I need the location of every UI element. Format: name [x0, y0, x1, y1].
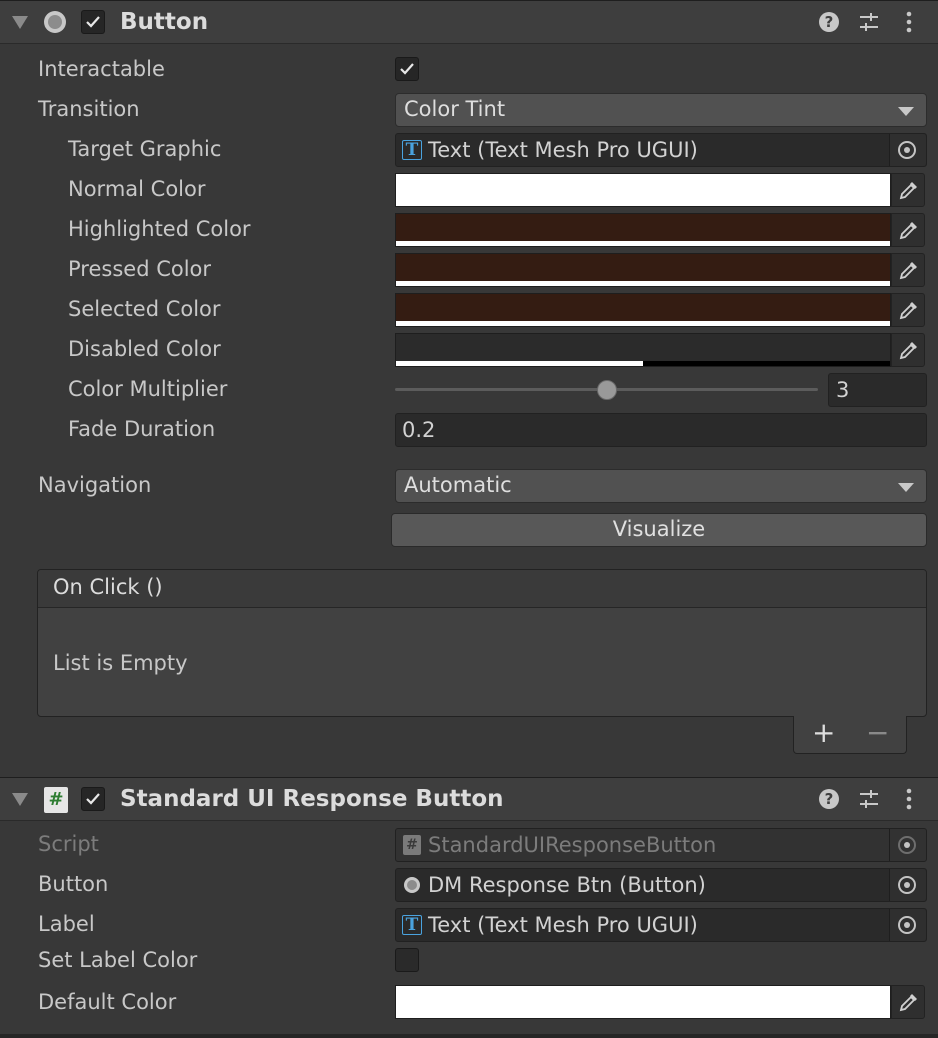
set-label-color-label: Set Label Color [38, 948, 198, 972]
tmp-text-icon: T [402, 140, 422, 160]
eyedropper-icon[interactable] [891, 293, 925, 327]
eyedropper-icon[interactable] [891, 985, 925, 1019]
on-click-title: On Click () [53, 575, 163, 599]
label-label: Label [38, 912, 95, 936]
kebab-menu-icon[interactable] [897, 10, 923, 36]
default-color-swatch[interactable] [395, 985, 891, 1019]
button-component-enabled-checkbox[interactable] [81, 10, 105, 34]
eyedropper-icon[interactable] [891, 213, 925, 247]
navigation-dropdown[interactable]: Automatic [395, 469, 927, 503]
eyedropper-icon[interactable] [891, 253, 925, 287]
pressed-color-field[interactable] [395, 253, 925, 287]
on-click-event-panel: On Click () List is Empty [37, 569, 927, 717]
disabled-color-label: Disabled Color [68, 337, 221, 361]
fade-duration-input[interactable]: 0.2 [395, 413, 927, 447]
visualize-button[interactable]: Visualize [391, 513, 927, 547]
button-component-icon [404, 877, 420, 893]
color-multiplier-slider-thumb[interactable] [596, 380, 617, 400]
on-click-footer: + − [793, 716, 907, 754]
list-empty-text: List is Empty [53, 651, 188, 675]
eyedropper-icon[interactable] [891, 173, 925, 207]
response-component-header[interactable]: # Standard UI Response Button ? [0, 777, 938, 821]
disabled-color-swatch[interactable] [395, 333, 891, 367]
highlighted-color-swatch[interactable] [395, 213, 891, 247]
color-multiplier-input[interactable]: 3 [828, 373, 927, 407]
help-icon[interactable]: ? [817, 10, 843, 36]
button-component-icon [44, 11, 66, 33]
disabled-color-field[interactable] [395, 333, 925, 367]
color-multiplier-value: 3 [836, 378, 850, 402]
chevron-down-icon [898, 107, 914, 116]
navigation-value: Automatic [404, 473, 512, 497]
button-component-header[interactable]: Button ? [0, 0, 938, 44]
script-icon: # [44, 787, 68, 813]
pressed-color-swatch[interactable] [395, 253, 891, 287]
fade-duration-label: Fade Duration [68, 417, 216, 441]
script-icon: # [403, 835, 421, 855]
selected-color-swatch[interactable] [395, 293, 891, 327]
pressed-color-label: Pressed Color [68, 257, 212, 281]
bottom-divider [0, 1034, 938, 1038]
svg-text:?: ? [825, 13, 834, 31]
default-color-label: Default Color [38, 990, 177, 1014]
presets-icon[interactable] [857, 10, 883, 36]
chevron-down-icon [898, 483, 914, 492]
add-icon[interactable]: + [812, 716, 835, 749]
highlighted-color-label: Highlighted Color [68, 217, 251, 241]
button-ref-value: DM Response Btn (Button) [428, 873, 706, 897]
selected-color-field[interactable] [395, 293, 925, 327]
button-component-title: Button [120, 9, 209, 35]
script-value: StandardUIResponseButton [428, 833, 717, 857]
label-ref-field[interactable]: T Text (Text Mesh Pro UGUI) [395, 908, 927, 942]
normal-color-field[interactable] [395, 173, 925, 207]
script-field: # StandardUIResponseButton [395, 828, 927, 862]
tmp-text-icon: T [402, 915, 422, 935]
object-picker-icon[interactable] [889, 869, 926, 901]
transition-label: Transition [38, 97, 140, 121]
button-ref-field[interactable]: DM Response Btn (Button) [395, 868, 927, 902]
interactable-checkbox[interactable] [395, 57, 419, 81]
help-icon[interactable]: ? [817, 787, 843, 813]
label-ref-value: Text (Text Mesh Pro UGUI) [428, 913, 698, 937]
default-color-field[interactable] [395, 985, 925, 1019]
foldout-arrow-icon[interactable] [12, 793, 28, 806]
set-label-color-checkbox[interactable] [395, 948, 419, 972]
target-graphic-value: Text (Text Mesh Pro UGUI) [428, 138, 698, 162]
remove-icon[interactable]: − [866, 716, 889, 749]
normal-color-label: Normal Color [68, 177, 206, 201]
response-component-enabled-checkbox[interactable] [81, 787, 105, 811]
svg-text:?: ? [825, 790, 834, 808]
interactable-label: Interactable [38, 57, 165, 81]
transition-dropdown[interactable]: Color Tint [395, 93, 927, 127]
foldout-arrow-icon[interactable] [12, 16, 28, 29]
color-multiplier-label: Color Multiplier [68, 377, 228, 401]
on-click-header: On Click () [38, 570, 926, 608]
button-label: Button [38, 872, 109, 896]
presets-icon[interactable] [857, 787, 883, 813]
eyedropper-icon[interactable] [891, 333, 925, 367]
selected-color-label: Selected Color [68, 297, 221, 321]
kebab-menu-icon[interactable] [897, 787, 923, 813]
fade-duration-value: 0.2 [402, 418, 436, 442]
target-graphic-field[interactable]: T Text (Text Mesh Pro UGUI) [395, 133, 927, 167]
normal-color-swatch[interactable] [395, 173, 891, 207]
response-component-title: Standard UI Response Button [120, 786, 504, 812]
object-picker-icon[interactable] [889, 909, 926, 941]
object-picker-icon [889, 829, 926, 861]
object-picker-icon[interactable] [889, 134, 926, 166]
highlighted-color-field[interactable] [395, 213, 925, 247]
transition-value: Color Tint [404, 97, 506, 121]
target-graphic-label: Target Graphic [68, 137, 222, 161]
navigation-label: Navigation [38, 473, 152, 497]
script-label: Script [38, 832, 99, 856]
